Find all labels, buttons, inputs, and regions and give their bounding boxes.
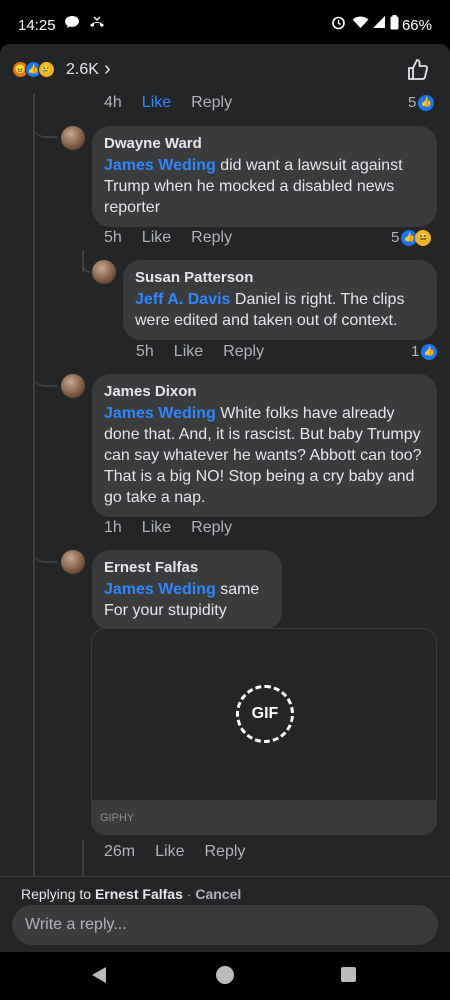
separator: · — [182, 886, 196, 902]
status-time: 14:25 — [18, 17, 56, 34]
home-icon[interactable] — [216, 966, 234, 984]
recent-apps-icon[interactable] — [341, 967, 356, 982]
mention-link[interactable]: James Weding — [104, 581, 216, 598]
messenger-icon — [64, 15, 80, 32]
mention-link[interactable]: Jeff A. Davis — [135, 291, 230, 308]
avatar[interactable] — [61, 126, 85, 150]
reply-button[interactable]: Reply — [204, 843, 245, 861]
like-post-button[interactable] — [406, 58, 430, 82]
chevron-right-icon: › — [104, 58, 111, 80]
comment-actions: 1h Like Reply — [104, 519, 232, 537]
battery-percentage: 66% — [401, 17, 432, 34]
reply-button[interactable]: Reply — [223, 343, 264, 361]
reply-composer: Replying to Ernest Falfas · Cancel — [0, 876, 450, 952]
reaction-summary[interactable]: 1 👍 — [411, 343, 438, 360]
reply-button[interactable]: Reply — [191, 94, 232, 112]
comment-time: 26m — [104, 843, 136, 860]
comment-bubble[interactable]: James Dixon James Weding White folks hav… — [92, 374, 437, 517]
thread-line-gif — [82, 840, 84, 876]
comment-time: 5h — [136, 343, 154, 360]
reaction-summary[interactable]: 5 👍 — [408, 94, 435, 111]
battery-icon — [390, 15, 399, 33]
thread-line-main — [33, 94, 35, 876]
comment-actions: 5h Like Reply — [136, 343, 264, 361]
like-button[interactable]: Like — [142, 229, 171, 247]
comment-author[interactable]: Susan Patterson — [135, 267, 425, 288]
comment-actions: 4h Like Reply — [104, 94, 232, 112]
system-nav-bar — [0, 952, 450, 1000]
avatar[interactable] — [61, 550, 85, 574]
reply-input[interactable] — [12, 905, 438, 945]
like-button[interactable]: Like — [142, 519, 171, 537]
comment-time: 4h — [104, 94, 122, 111]
status-bar: 14:25 66% — [0, 0, 450, 44]
alarm-icon — [331, 15, 346, 33]
wifi-icon — [352, 15, 369, 32]
gif-attachment[interactable]: GIF GIPHY — [91, 628, 437, 835]
gif-play-icon[interactable]: GIF — [236, 685, 294, 743]
like-button[interactable]: Like — [174, 343, 203, 361]
reaction-count: 1 — [411, 343, 420, 360]
mention-link[interactable]: James Weding — [104, 157, 216, 174]
thread-connector — [33, 366, 57, 387]
comment-time: 5h — [104, 229, 122, 246]
avatar[interactable] — [92, 260, 116, 284]
replying-to-label: Replying to Ernest Falfas · Cancel — [21, 886, 241, 902]
like-reaction-icon: 👍 — [421, 343, 438, 360]
comment-actions: 5h Like Reply — [104, 229, 232, 247]
comment-author[interactable]: Dwayne Ward — [104, 133, 425, 154]
sad-reaction-icon: 😢 — [38, 61, 55, 78]
thread-connector — [82, 252, 90, 273]
thumbs-up-icon — [408, 59, 428, 80]
like-reaction-icon: 👍 — [418, 94, 435, 111]
comment-bubble[interactable]: Ernest Falfas James Weding same For your… — [92, 550, 282, 630]
missed-call-icon — [88, 15, 106, 32]
reply-button[interactable]: Reply — [191, 519, 232, 537]
thread-connector — [33, 108, 57, 138]
thread-connector — [33, 544, 57, 563]
cellular-signal-icon — [372, 15, 386, 32]
comments-sheet: 😠 👍 😢 2.6K › 4h Like Reply 5 👍 Dwayne Wa… — [0, 44, 450, 952]
gif-source-label: GIPHY — [92, 800, 436, 834]
reaction-count: 2.6K — [66, 61, 99, 78]
avatar[interactable] — [61, 374, 85, 398]
comment-actions: 26m Like Reply — [104, 843, 245, 861]
mention-link[interactable]: James Weding — [104, 405, 216, 422]
comment-author[interactable]: Ernest Falfas — [104, 557, 270, 578]
comment-author[interactable]: James Dixon — [104, 381, 425, 402]
reply-button[interactable]: Reply — [191, 229, 232, 247]
comment-bubble[interactable]: Susan Patterson Jeff A. Davis Daniel is … — [123, 260, 437, 340]
comment-time: 1h — [104, 519, 122, 536]
haha-reaction-icon: 😆 — [415, 229, 432, 246]
cancel-reply-button[interactable]: Cancel — [195, 886, 241, 902]
reactions-header[interactable]: 😠 👍 😢 2.6K › — [0, 44, 450, 94]
replying-prefix: Replying to — [21, 886, 95, 902]
like-button[interactable]: Like — [142, 94, 171, 112]
replying-name: Ernest Falfas — [94, 886, 183, 902]
like-button[interactable]: Like — [155, 843, 184, 861]
reaction-count: 5 — [391, 229, 400, 246]
reaction-summary[interactable]: 5 👍 😆 — [391, 229, 432, 246]
reaction-icons: 😠 👍 😢 — [12, 61, 55, 78]
comment-bubble[interactable]: Dwayne Ward James Weding did want a laws… — [92, 126, 437, 227]
back-icon[interactable] — [92, 967, 106, 983]
reaction-count: 5 — [408, 94, 417, 111]
